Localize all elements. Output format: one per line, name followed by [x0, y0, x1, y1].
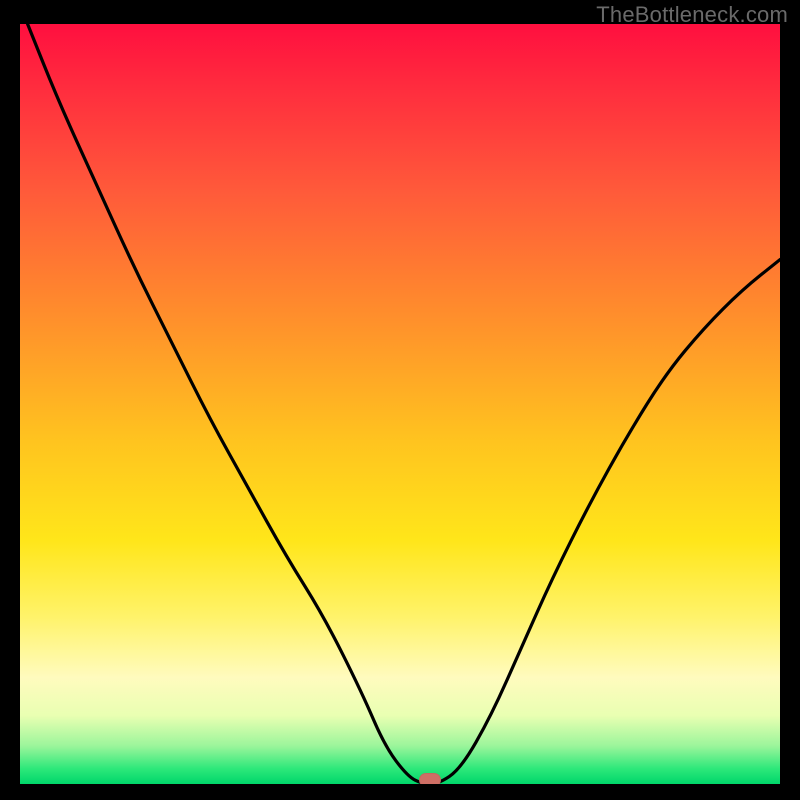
chart-frame: TheBottleneck.com — [0, 0, 800, 800]
plot-area — [20, 24, 780, 784]
optimal-marker — [419, 773, 441, 784]
bottleneck-curve-path — [28, 24, 780, 784]
watermark-text: TheBottleneck.com — [596, 2, 788, 28]
curve-svg — [20, 24, 780, 784]
